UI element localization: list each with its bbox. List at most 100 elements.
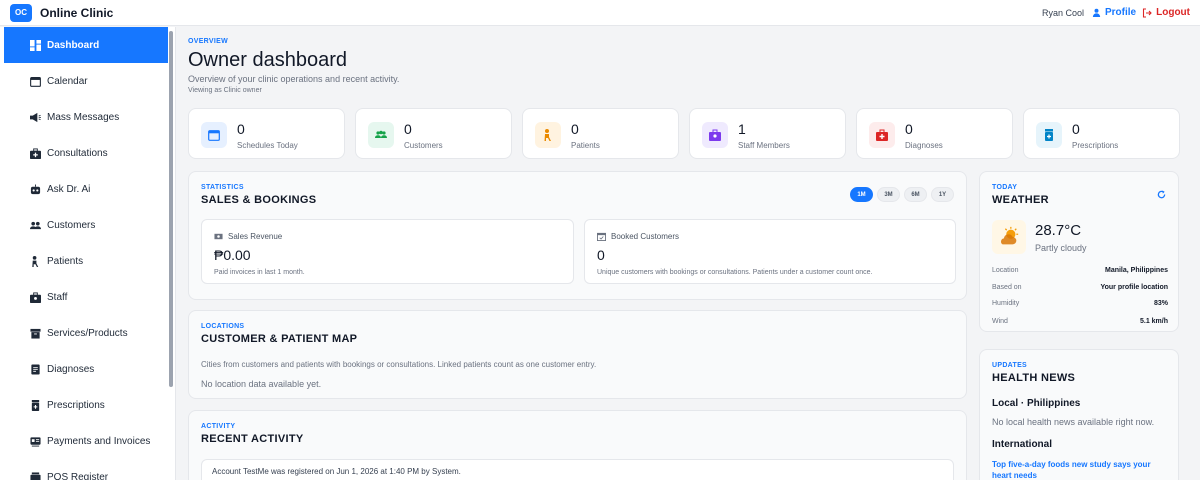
weather-temperature: 28.7°C bbox=[1035, 222, 1082, 239]
range-button-1m[interactable]: 1M bbox=[850, 187, 873, 202]
sidebar-item-label: Prescriptions bbox=[47, 399, 105, 411]
megaphone-icon bbox=[30, 112, 41, 122]
partly-cloudy-icon bbox=[992, 220, 1026, 254]
stat-label: Patients bbox=[571, 141, 600, 150]
stat-card-schedules[interactable]: 0 Schedules Today bbox=[188, 108, 345, 159]
logout-icon bbox=[1143, 7, 1152, 18]
sidebar-item-label: Mass Messages bbox=[47, 111, 120, 123]
stat-card-staff[interactable]: 1 Staff Members bbox=[689, 108, 846, 159]
money-icon bbox=[214, 233, 223, 240]
section-eyebrow: UPDATES bbox=[992, 362, 1028, 369]
stat-value: 0 bbox=[1072, 121, 1080, 137]
box-icon bbox=[30, 328, 41, 339]
weather-row-location: Location Manila, Philippines bbox=[992, 267, 1168, 274]
sidebar-item-dashboard[interactable]: Dashboard bbox=[4, 27, 168, 63]
sidebar-item-services-products[interactable]: Services/Products bbox=[4, 315, 168, 351]
sidebar-item-pos-register[interactable]: POS Register bbox=[4, 459, 168, 480]
sidebar-item-label: Calendar bbox=[47, 75, 88, 87]
stat-card-patients[interactable]: 0 Patients bbox=[522, 108, 679, 159]
range-button-3m[interactable]: 3M bbox=[877, 187, 900, 202]
patient-icon bbox=[32, 255, 39, 267]
app-title[interactable]: Online Clinic bbox=[40, 6, 113, 20]
calendar-check-icon bbox=[597, 232, 606, 241]
international-news-heading: International bbox=[992, 439, 1053, 450]
booked-customers-card: Booked Customers 0 Unique customers with… bbox=[584, 219, 956, 284]
news-article-link[interactable]: Top five-a-day foods new study says your… bbox=[992, 459, 1162, 480]
sidebar-item-calendar[interactable]: Calendar bbox=[4, 63, 168, 99]
sidebar-item-label: Payments and Invoices bbox=[47, 435, 151, 447]
range-button-1y[interactable]: 1Y bbox=[931, 187, 954, 202]
logout-link[interactable]: Logout bbox=[1142, 7, 1190, 18]
sidebar-item-prescriptions[interactable]: Prescriptions bbox=[4, 387, 168, 423]
sidebar-item-label: Diagnoses bbox=[47, 363, 95, 375]
booked-customers-value: 0 bbox=[597, 247, 605, 263]
range-selector: 1M 3M 6M 1Y bbox=[850, 187, 954, 202]
section-eyebrow: ACTIVITY bbox=[201, 423, 236, 430]
sidebar-item-label: Dashboard bbox=[47, 39, 100, 51]
local-news-empty: No local health news available right now… bbox=[992, 417, 1155, 427]
section-eyebrow: LOCATIONS bbox=[201, 323, 245, 330]
recent-activity-panel: ACTIVITY RECENT ACTIVITY Account TestMe … bbox=[188, 410, 967, 480]
sidebar-item-label: Services/Products bbox=[47, 327, 128, 339]
sidebar-item-label: Customers bbox=[47, 219, 96, 231]
patient-icon bbox=[535, 122, 561, 148]
sidebar-item-label: Consultations bbox=[47, 147, 108, 159]
weather-condition: Partly cloudy bbox=[1035, 243, 1087, 253]
prescription-icon bbox=[1036, 122, 1062, 148]
weather-row-based-on: Based on Your profile location bbox=[992, 284, 1168, 291]
sidebar-item-mass-messages[interactable]: Mass Messages bbox=[4, 99, 168, 135]
sales-revenue-value: ₱0.00 bbox=[214, 247, 251, 263]
sidebar-item-patients[interactable]: Patients bbox=[4, 243, 168, 279]
register-icon bbox=[30, 471, 41, 480]
booked-customers-label: Booked Customers bbox=[611, 232, 680, 241]
file-icon bbox=[31, 363, 40, 375]
prescription-icon bbox=[31, 399, 40, 411]
dashboard-icon bbox=[30, 39, 41, 51]
sidebar-scrollbar[interactable] bbox=[169, 31, 173, 387]
users-icon bbox=[368, 122, 394, 148]
activity-item: Account TestMe was registered on Jun 1, … bbox=[201, 459, 954, 480]
main-content: OVERVIEW Owner dashboard Overview of you… bbox=[178, 27, 1196, 480]
weather-key: Humidity bbox=[992, 300, 1020, 307]
viewing-as-label: Viewing as Clinic owner bbox=[188, 87, 262, 94]
section-eyebrow: TODAY bbox=[992, 184, 1018, 191]
stat-card-diagnoses[interactable]: 0 Diagnoses bbox=[856, 108, 1013, 159]
medkit-icon bbox=[869, 122, 895, 148]
weather-key: Location bbox=[992, 267, 1019, 274]
sidebar-item-label: POS Register bbox=[47, 471, 109, 480]
customer-patient-map-panel: LOCATIONS CUSTOMER & PATIENT MAP Cities … bbox=[188, 310, 967, 399]
range-button-6m[interactable]: 6M bbox=[904, 187, 927, 202]
section-title: SALES & BOOKINGS bbox=[201, 194, 317, 206]
page-title: Owner dashboard bbox=[188, 49, 347, 71]
sidebar-item-customers[interactable]: Customers bbox=[4, 207, 168, 243]
sidebar-item-diagnoses[interactable]: Diagnoses bbox=[4, 351, 168, 387]
app-logo[interactable]: OC bbox=[10, 3, 32, 22]
sidebar-item-consultations[interactable]: Consultations bbox=[4, 135, 168, 171]
stat-card-customers[interactable]: 0 Customers bbox=[355, 108, 512, 159]
user-menu: Ryan Cool Profile Logout bbox=[1042, 7, 1190, 18]
sidebar-item-label: Staff bbox=[47, 291, 68, 303]
stat-value: 1 bbox=[738, 121, 746, 137]
sales-revenue-card: Sales Revenue ₱0.00 Paid invoices in las… bbox=[201, 219, 574, 284]
sidebar-item-payments-and-invoices[interactable]: Payments and Invoices bbox=[4, 423, 168, 459]
page-subtitle: Overview of your clinic operations and r… bbox=[188, 74, 400, 84]
refresh-icon[interactable] bbox=[1157, 190, 1166, 199]
section-title: RECENT ACTIVITY bbox=[201, 433, 304, 445]
top-bar: OC Online Clinic Ryan Cool Profile Logou… bbox=[0, 0, 1200, 26]
section-title: CUSTOMER & PATIENT MAP bbox=[201, 333, 358, 345]
stat-card-prescriptions[interactable]: 0 Prescriptions bbox=[1023, 108, 1180, 159]
stat-value: 0 bbox=[404, 121, 412, 137]
sidebar-item-ask-dr-ai[interactable]: Ask Dr. Ai bbox=[4, 171, 168, 207]
invoice-icon bbox=[30, 436, 41, 447]
weather-value: Your profile location bbox=[1100, 284, 1168, 291]
sales-bookings-panel: STATISTICS SALES & BOOKINGS 1M 3M 6M 1Y … bbox=[188, 171, 967, 300]
main-scrollbar[interactable] bbox=[1189, 27, 1200, 480]
local-news-heading: Local · Philippines bbox=[992, 398, 1081, 409]
weather-row-wind: Wind 5.1 km/h bbox=[992, 318, 1168, 325]
map-empty-state: No location data available yet. bbox=[201, 379, 322, 389]
profile-link[interactable]: Profile bbox=[1092, 7, 1136, 18]
weather-key: Based on bbox=[992, 284, 1022, 291]
weather-value: 83% bbox=[1153, 300, 1168, 307]
sidebar-item-staff[interactable]: Staff bbox=[4, 279, 168, 315]
profile-label: Profile bbox=[1105, 7, 1137, 18]
